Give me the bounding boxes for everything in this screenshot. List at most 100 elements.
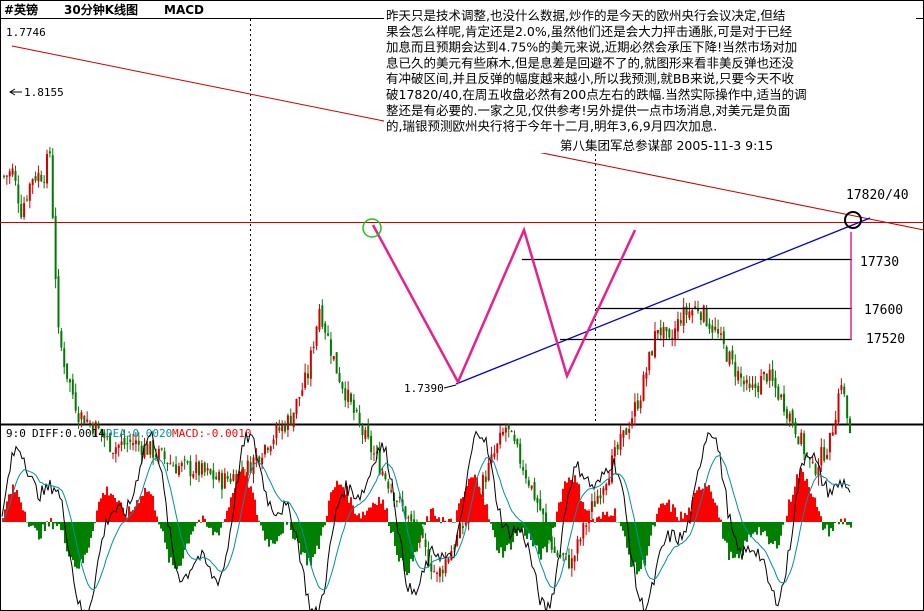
macd-histogram-bar — [838, 522, 840, 525]
candle-body — [381, 471, 384, 475]
macd-histogram-bar — [828, 522, 830, 537]
macd-histogram-bar — [214, 522, 216, 532]
candle-body — [846, 395, 849, 419]
candle-body — [507, 424, 510, 430]
macd-histogram-bar — [430, 508, 432, 522]
candle-body — [631, 418, 634, 427]
macd-histogram-bar — [156, 516, 158, 522]
candle-body — [691, 310, 694, 316]
macd-histogram-bar — [428, 521, 430, 522]
candle-body — [820, 447, 823, 466]
candle-body — [510, 431, 513, 433]
macd-histogram-bar — [766, 522, 768, 537]
commentary-signature: 第八集团军总参谋部 2005-11-3 9:15 — [560, 138, 773, 153]
candle-body — [266, 447, 269, 451]
macd-histogram-bar — [720, 519, 722, 522]
macd-histogram-bar — [44, 522, 46, 532]
macd-histogram-bar — [544, 522, 546, 547]
candle-body — [771, 369, 774, 382]
candle-body — [341, 382, 344, 389]
macd-histogram-bar — [420, 522, 422, 536]
macd-histogram-bar — [538, 522, 540, 555]
symbol-label: #英镑 — [4, 2, 38, 17]
macd-histogram-bar — [610, 515, 612, 522]
macd-histogram-bar — [740, 522, 742, 552]
candle-body — [699, 312, 702, 321]
macd-histogram-bar — [558, 502, 560, 522]
candle-body — [556, 552, 559, 557]
macd-histogram-bar — [738, 522, 740, 559]
macd-histogram-bar — [724, 522, 726, 541]
macd-histogram-bar — [142, 495, 144, 522]
candle-body — [740, 373, 743, 378]
macd-histogram-bar — [54, 522, 56, 524]
candle-body — [8, 171, 11, 177]
macd-histogram-bar — [328, 500, 330, 522]
candle-body — [180, 462, 183, 467]
candle-body — [542, 508, 545, 515]
macd-histogram-bar — [556, 511, 558, 522]
macd-histogram-bar — [662, 503, 664, 522]
macd-histogram-bar — [728, 522, 730, 560]
macd-histogram-bar — [732, 522, 734, 559]
candle-body — [34, 176, 37, 181]
macd-histogram-bar — [194, 522, 196, 527]
macd-histogram-bar — [282, 522, 284, 534]
macd-histogram-bar — [434, 515, 436, 522]
macd-histogram-bar — [152, 495, 154, 522]
macd-histogram-bar — [404, 522, 406, 572]
macd-histogram-bar — [224, 519, 226, 522]
macd-histogram-bar — [380, 503, 382, 522]
candle-body — [783, 393, 786, 412]
candle-body — [725, 346, 728, 362]
macd-histogram-bar — [560, 501, 562, 522]
candle-body — [668, 329, 671, 338]
macd-histogram-bar — [366, 510, 368, 522]
macd-histogram-bar — [850, 522, 852, 528]
candle-body — [648, 351, 651, 371]
macd-histogram-bar — [260, 522, 262, 526]
macd-histogram-bar — [764, 522, 766, 531]
candle-body — [653, 331, 656, 358]
candle-body — [608, 478, 611, 486]
candle-body — [800, 432, 803, 445]
candle-body — [751, 384, 754, 388]
macd-histogram-bar — [374, 503, 376, 522]
macd-histogram-bar — [362, 511, 364, 522]
macd-histogram-bar — [26, 522, 28, 523]
candlestick-chart[interactable]: #英镑 30分钟K线图 MACD 1.7746 17820/40 17730 1… — [0, 0, 924, 611]
macd-histogram-bar — [220, 522, 222, 528]
candle-body — [350, 393, 353, 402]
candle-body — [461, 526, 464, 529]
candle-body — [198, 461, 201, 476]
macd-histogram-bar — [204, 518, 206, 522]
timeframe-label: 30分钟K线图 — [64, 2, 138, 17]
candle-body — [74, 392, 77, 411]
macd-histogram-bar — [208, 522, 210, 528]
macd-histogram-bar — [498, 522, 500, 553]
macd-histogram-bar — [398, 522, 400, 562]
candle-body — [840, 385, 843, 390]
candle-body — [828, 432, 831, 453]
candle-body — [722, 331, 725, 344]
macd-histogram-bar — [38, 522, 40, 540]
macd-histogram-bar — [814, 497, 816, 522]
macd-histogram-bar — [216, 522, 218, 533]
candle-body — [203, 462, 206, 473]
macd-histogram-bar — [672, 504, 674, 522]
macd-histogram-bar — [324, 522, 326, 526]
candle-body — [281, 424, 284, 432]
candle-body — [17, 184, 20, 204]
candle-body — [272, 439, 275, 444]
macd-histogram-bar — [218, 522, 220, 536]
macd-histogram-bar — [266, 522, 268, 540]
macd-histogram-bar — [614, 508, 616, 522]
macd-histogram-bar — [648, 522, 650, 547]
candle-body — [777, 386, 780, 400]
candle-body — [395, 500, 398, 502]
macd-histogram-bar — [534, 522, 536, 545]
candle-body — [358, 412, 361, 425]
macd-histogram-bar — [188, 522, 190, 544]
low-label: 1.7390 — [404, 382, 444, 395]
candle-body — [278, 427, 281, 431]
